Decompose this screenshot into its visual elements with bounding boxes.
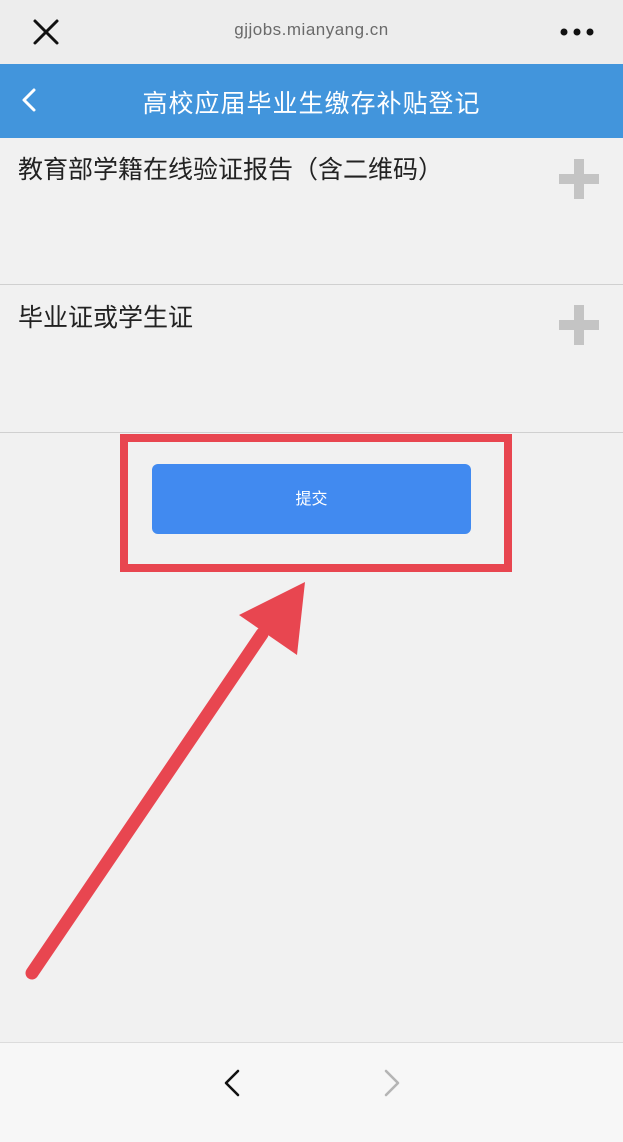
plus-icon [559, 159, 599, 199]
page-url: gjjobs.mianyang.cn [234, 20, 389, 39]
page-title: 高校应届毕业生缴存补贴登记 [142, 89, 481, 118]
page-header: 高校应届毕业生缴存补贴登记 [0, 64, 623, 138]
chevron-right-icon [384, 1069, 400, 1097]
nav-back-button[interactable] [214, 1063, 250, 1103]
upload-section-verification-report: 教育部学籍在线验证报告（含二维码） [0, 138, 623, 285]
upload-label: 教育部学籍在线验证报告（含二维码） [18, 155, 444, 184]
plus-icon [559, 305, 599, 345]
more-button[interactable] [554, 16, 600, 48]
nav-forward-button[interactable] [374, 1063, 410, 1103]
chevron-left-icon [224, 1069, 240, 1097]
upload-section-graduation-certificate: 毕业证或学生证 [0, 286, 623, 433]
browser-top-bar: gjjobs.mianyang.cn [0, 0, 623, 64]
add-verification-report-button[interactable] [556, 156, 602, 202]
submit-button[interactable]: 提交 [152, 464, 471, 534]
add-graduation-certificate-button[interactable] [556, 302, 602, 348]
upload-label: 毕业证或学生证 [18, 303, 194, 332]
browser-bottom-bar [0, 1042, 623, 1142]
more-icon [560, 28, 594, 36]
